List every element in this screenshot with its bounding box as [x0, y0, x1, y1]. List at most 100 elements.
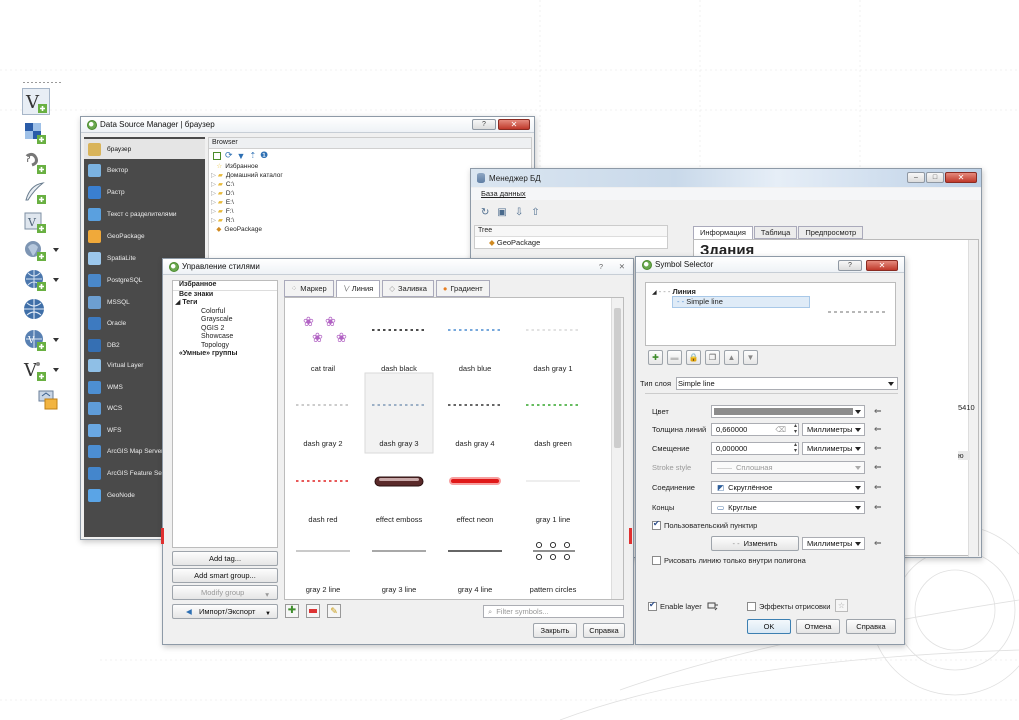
style-group-item[interactable]: Grayscale: [173, 316, 277, 325]
draw-effects-checkbox[interactable]: [747, 602, 756, 611]
symbol-item[interactable]: dash red: [296, 480, 350, 524]
collapse-all-icon[interactable]: ⇡: [249, 151, 256, 160]
open-vector-icon[interactable]: ˀ: [20, 148, 50, 178]
style-close-icon[interactable]: ✕: [619, 262, 625, 271]
export-layer-icon[interactable]: ⇧: [531, 207, 539, 218]
dbm-tab[interactable]: Предпросмотр: [798, 226, 864, 239]
symbol-item[interactable]: gray 1 line: [526, 480, 580, 524]
data-defined-override-icon[interactable]: ⇐: [874, 481, 887, 494]
clear-icon[interactable]: ⌫: [775, 424, 786, 435]
move-down-icon[interactable]: ▼: [743, 350, 758, 365]
add-symbol-button[interactable]: ✚: [285, 604, 299, 618]
symbol-item[interactable]: gray 3 line: [372, 550, 426, 594]
sql-window-icon[interactable]: ▣: [497, 207, 506, 218]
vertex-tool-icon[interactable]: V: [20, 355, 59, 385]
menu-database[interactable]: База данных: [481, 189, 526, 198]
add-smart-group-button[interactable]: Add smart group...: [172, 568, 278, 583]
symbol-item[interactable]: dash gray 1: [526, 329, 580, 373]
data-defined-override-icon[interactable]: ⇐: [874, 461, 887, 474]
help-button[interactable]: Справка: [583, 623, 625, 638]
dbm-close-button[interactable]: ✕: [945, 172, 977, 183]
selector-help-bottom-button[interactable]: Справка: [846, 619, 896, 634]
tree-root-item[interactable]: ◢ - - - Линия: [652, 287, 696, 296]
color-button[interactable]: [711, 405, 865, 418]
style-tab[interactable]: ⁘ Маркер: [284, 280, 334, 297]
custom-dash-checkbox[interactable]: [652, 519, 661, 530]
width-spinbox[interactable]: 0,660000 ⌫ ▴ ▾: [711, 423, 799, 436]
wcs-icon[interactable]: V: [20, 325, 59, 355]
cap-select[interactable]: ▭ Круглые: [711, 501, 865, 514]
dbm-titlebar[interactable]: Менеджер БД: [471, 169, 981, 187]
draw-inside-polygon-checkbox[interactable]: [652, 556, 661, 565]
digitize-icon[interactable]: [20, 178, 50, 208]
symbol-item[interactable]: effect emboss: [374, 476, 424, 524]
symbol-item[interactable]: gray 2 line: [296, 550, 350, 594]
dbm-tree-item[interactable]: ◆ GeoPackage: [475, 237, 667, 248]
toolbar-grip[interactable]: [22, 81, 62, 84]
symbol-item[interactable]: ❀ ❀❀ ❀cat trail: [303, 314, 347, 373]
move-up-icon[interactable]: ▲: [724, 350, 739, 365]
spin-arrows-icon[interactable]: ▴ ▾: [794, 442, 797, 454]
dash-data-defined-icon[interactable]: ⇐: [874, 537, 887, 550]
layer-type-select[interactable]: Simple line: [676, 377, 898, 390]
filter-icon[interactable]: ▼: [237, 151, 246, 161]
symbol-item[interactable]: pattern circles: [530, 541, 577, 594]
symbol-item[interactable]: gray 4 line: [448, 550, 502, 594]
import-layer-icon[interactable]: ⇩: [515, 207, 523, 218]
tree-child-item[interactable]: - - Simple line: [672, 296, 810, 308]
duplicate-layer-icon[interactable]: ❐: [705, 350, 720, 365]
stroke-select[interactable]: —— Сплошная: [711, 461, 865, 474]
virtual-layer-icon[interactable]: V: [20, 207, 50, 237]
symbol-selector-titlebar[interactable]: Symbol Selector: [636, 257, 904, 273]
wfs-icon[interactable]: [20, 295, 50, 325]
data-defined-icon[interactable]: [706, 599, 719, 612]
symbol-grid-scrollbar[interactable]: [611, 298, 623, 599]
symbol-item[interactable]: dash black: [372, 329, 426, 373]
modify-group-button[interactable]: Modify group ▾: [172, 585, 278, 600]
processing-icon[interactable]: [32, 385, 62, 415]
close-button[interactable]: Закрыть: [533, 623, 577, 638]
dash-unit-select[interactable]: Миллиметры: [802, 537, 865, 550]
data-defined-override-icon[interactable]: ⇐: [874, 405, 887, 418]
remove-layer-icon[interactable]: ▬: [667, 350, 682, 365]
cancel-button[interactable]: Отмена: [796, 619, 840, 634]
symbol-item[interactable]: dash green: [526, 404, 580, 448]
spin-arrows-icon[interactable]: ▴ ▾: [794, 423, 797, 435]
provider-item[interactable]: браузер: [84, 139, 205, 159]
style-group-item[interactable]: ◢ Теги: [173, 299, 277, 308]
dbm-tab[interactable]: Таблица: [753, 226, 798, 239]
selector-close-button[interactable]: ✕: [866, 260, 898, 271]
style-tab[interactable]: ● Градиент: [435, 280, 490, 297]
vector-new-icon[interactable]: V: [22, 88, 50, 115]
provider-item[interactable]: GeoPackage: [84, 226, 205, 246]
symbol-item[interactable]: dash gray 4: [448, 404, 502, 448]
dsm-help-button[interactable]: ?: [472, 119, 496, 130]
provider-item[interactable]: Вектор: [84, 160, 205, 180]
style-tab[interactable]: ◇ Заливка: [382, 280, 434, 297]
offset-spinbox[interactable]: 0,000000 ▴ ▾: [711, 442, 799, 455]
dbm-maximize-button[interactable]: □: [926, 172, 944, 183]
symbol-item[interactable]: dash gray 3: [364, 372, 434, 454]
refresh-icon[interactable]: ⟳: [225, 150, 233, 161]
style-group-item[interactable]: Избранное: [173, 281, 277, 291]
edit-symbol-button[interactable]: ✎: [327, 604, 341, 618]
add-tag-button[interactable]: Add tag...: [172, 551, 278, 566]
selector-help-button[interactable]: ?: [838, 260, 862, 271]
unit-select[interactable]: Миллиметры: [802, 442, 865, 455]
ok-button[interactable]: OK: [747, 619, 791, 634]
style-group-item[interactable]: Showcase: [173, 333, 277, 342]
data-defined-override-icon[interactable]: ⇐: [874, 423, 887, 436]
symbol-item[interactable]: effect neon: [449, 477, 501, 524]
dsm-titlebar[interactable]: Data Source Manager | браузер: [81, 117, 534, 133]
remove-symbol-button[interactable]: [306, 604, 320, 618]
add-layer-icon[interactable]: ✚: [648, 350, 663, 365]
dsm-close-button[interactable]: ✕: [498, 119, 530, 130]
style-group-item[interactable]: Colorful: [173, 308, 277, 317]
effects-settings-icon[interactable]: ☆: [835, 599, 848, 612]
style-manager-titlebar[interactable]: Управление стилями: [163, 259, 633, 275]
provider-item[interactable]: Растр: [84, 182, 205, 202]
enable-layer-checkbox[interactable]: [648, 600, 657, 611]
style-group-item[interactable]: «Умные» группы: [173, 350, 277, 359]
style-group-item[interactable]: QGIS 2: [173, 325, 277, 334]
unit-select[interactable]: Миллиметры: [802, 423, 865, 436]
